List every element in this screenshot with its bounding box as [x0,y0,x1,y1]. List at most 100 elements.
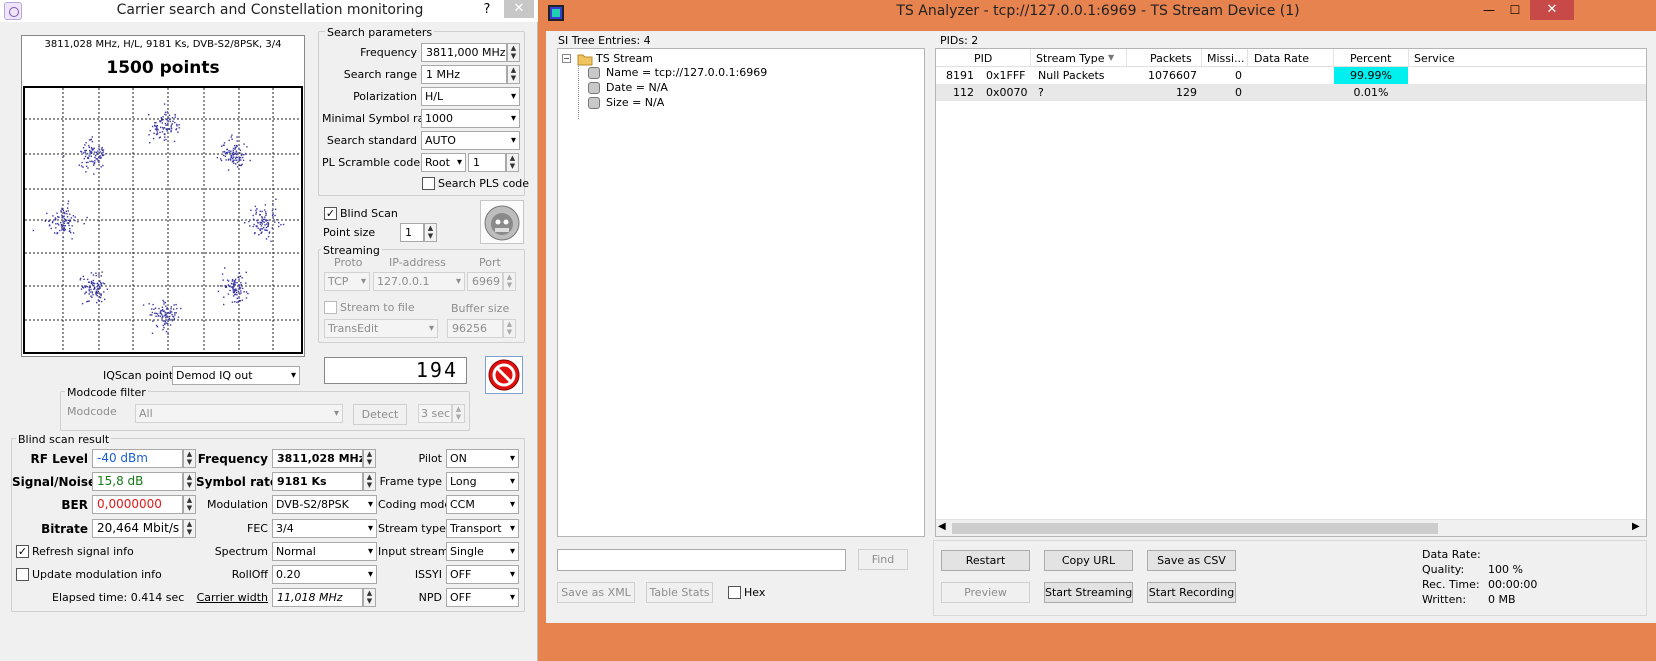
detect-button[interactable]: Detect [353,404,407,425]
update-modulation-checkbox[interactable] [16,568,29,581]
restart-button[interactable]: Restart [941,550,1030,571]
constellation-point [232,289,234,291]
scroll-right-icon[interactable]: ▶ [1632,521,1640,532]
result-frequency-spinner[interactable]: ▲ ▼ [363,449,376,468]
pl-mode-select[interactable]: Root [421,153,466,172]
constellation-point [98,296,100,298]
close-button[interactable]: ✕ [1530,0,1574,20]
constellation-point [260,228,262,230]
carrier-width-spinner[interactable]: ▲ ▼ [363,588,376,607]
search-pls-checkbox[interactable] [422,177,435,190]
rolloff-select[interactable]: 0.20 [272,565,377,584]
scroll-left-icon[interactable]: ◀ [938,521,946,532]
stream-type-select[interactable]: Transport [446,519,519,538]
col-service[interactable]: Service [1414,52,1455,65]
horizontal-scrollbar[interactable]: ◀ ▶ [936,519,1646,536]
search-standard-select[interactable]: AUTO [421,131,520,150]
col-percent[interactable]: Percent [1350,52,1391,65]
polarization-select[interactable]: H/L [421,87,520,106]
tree-item-name[interactable]: Name = tcp://127.0.0.1:6969 [606,66,767,79]
pilot-select[interactable]: ON [446,449,519,468]
table-stats-button[interactable]: Table Stats [646,582,713,603]
frequency-spinner[interactable]: ▲ ▼ [507,43,520,62]
help-button[interactable]: ? [474,0,500,20]
stop-button[interactable] [485,356,523,394]
find-button[interactable]: Find [858,549,908,570]
mascot-button[interactable] [480,200,524,244]
frame-type-select[interactable]: Long [446,472,519,491]
fec-select[interactable]: 3/4 [272,519,377,538]
minimize-button[interactable]: — [1476,0,1502,20]
buffer-size-input[interactable]: 96256 [447,319,503,338]
start-streaming-button[interactable]: Start Streaming [1044,582,1133,603]
interval-spinner[interactable]: ▲ ▼ [452,404,465,423]
modcode-select[interactable]: All [135,404,343,423]
stream-target-select[interactable]: TransEdit [324,319,438,338]
proto-select[interactable]: TCP [324,272,370,291]
col-data-rate[interactable]: Data Rate [1254,52,1309,65]
port-input[interactable]: 6969 [467,272,503,291]
bitrate-spinner[interactable]: ▲ ▼ [183,519,196,538]
buffer-spinner[interactable]: ▲ ▼ [503,319,516,338]
refresh-signal-checkbox[interactable]: ✓ [16,545,29,558]
scroll-thumb[interactable] [952,523,1438,534]
maximize-button[interactable]: ☐ [1502,0,1528,20]
frequency-input[interactable]: 3811,000 MHz [421,43,507,62]
constellation-point [239,152,241,154]
title-bar[interactable]: Carrier search and Constellation monitor… [0,0,538,22]
table-row[interactable]: 112 0x0070 ? 129 0 0.01% [936,84,1646,101]
collapse-icon[interactable]: − [562,54,571,63]
result-symbol-rate-spinner[interactable]: ▲ ▼ [363,472,376,491]
constellation-point [272,217,274,219]
stream-to-file-checkbox[interactable] [324,301,337,314]
constellation-point [64,225,66,227]
npd-select[interactable]: OFF [446,588,519,607]
save-xml-button[interactable]: Save as XML [557,582,635,603]
constellation-point [61,226,63,228]
tree-item-size[interactable]: Size = N/A [606,96,664,109]
blind-scan-checkbox[interactable]: ✓ [324,207,337,220]
start-recording-button[interactable]: Start Recording [1147,582,1236,603]
modulation-select[interactable]: DVB-S2/8PSK [272,495,377,514]
carrier-width-link[interactable]: Carrier width [186,591,268,604]
issyi-select[interactable]: OFF [446,565,519,584]
preview-button[interactable]: Preview [941,582,1030,603]
copy-url-button[interactable]: Copy URL [1044,550,1133,571]
spectrum-select[interactable]: Normal [272,542,377,561]
point-size-input[interactable]: 1 [400,223,424,242]
input-stream-select[interactable]: Single [446,542,519,561]
col-missing[interactable]: Missi... [1207,52,1245,65]
col-pid[interactable]: PID [974,52,992,65]
ip-select[interactable]: 127.0.0.1 [373,272,465,291]
col-stream-type[interactable]: Stream Type [1036,52,1105,65]
group-label: Blind scan result [16,433,112,446]
port-spinner[interactable]: ▲ ▼ [503,272,516,291]
pl-code-spinner[interactable]: ▲ ▼ [506,153,519,172]
close-button[interactable]: ✕ [504,0,534,18]
constellation-point [238,297,240,299]
ber-value: 0,0000000 [92,495,183,514]
tree-root[interactable]: TS Stream [596,52,653,65]
search-range-spinner[interactable]: ▲ ▼ [507,65,520,84]
si-tree[interactable]: − TS Stream Name = tcp://127.0.0.1:6969 … [557,48,925,537]
constellation-point [95,154,97,157]
col-packets[interactable]: Packets [1150,52,1192,65]
interval-input[interactable]: 3 sec [418,404,452,423]
rf-spinner[interactable]: ▲ ▼ [183,449,196,468]
search-input[interactable] [557,549,846,571]
coding-mode-select[interactable]: CCM [446,495,519,514]
snr-spinner[interactable]: ▲ ▼ [183,472,196,491]
hex-checkbox[interactable] [728,586,741,599]
pl-code-input[interactable]: 1 [468,153,506,172]
constellation-point [70,217,73,219]
ber-spinner[interactable]: ▲ ▼ [183,495,196,514]
tree-item-date[interactable]: Date = N/A [606,81,668,94]
search-range-input[interactable]: 1 MHz [421,65,507,84]
save-csv-button[interactable]: Save as CSV [1147,550,1236,571]
table-row[interactable]: 8191 0x1FFF Null Packets 1076607 0 99.99… [936,67,1646,84]
point-size-spinner[interactable]: ▲ ▼ [424,223,437,242]
folder-icon [577,54,593,66]
constellation-point [173,308,175,310]
symbol-rate-select[interactable]: 1000 [421,109,520,128]
iqscan-select[interactable]: Demod IQ out [172,366,300,385]
